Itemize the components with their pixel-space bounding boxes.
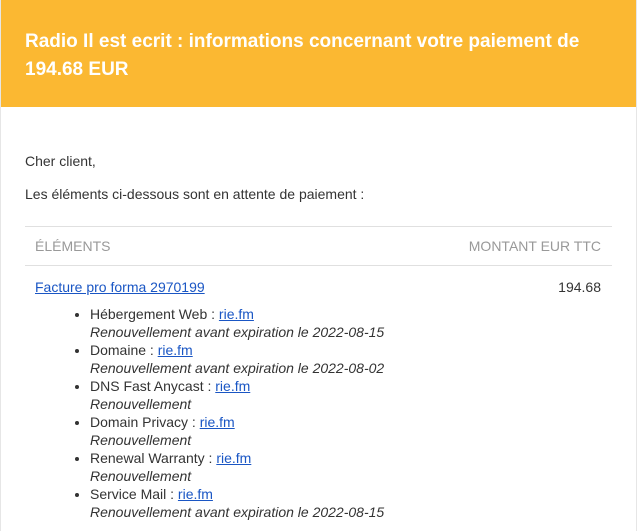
item-name: DNS Fast Anycast : xyxy=(90,378,212,394)
email-header: Radio Il est ecrit : informations concer… xyxy=(1,0,636,107)
invoice-link[interactable]: Facture pro forma 2970199 xyxy=(35,278,205,296)
item-domain-link[interactable]: rie.fm xyxy=(219,306,254,322)
table-header: ÉLÉMENTS MONTANT EUR TTC xyxy=(25,227,612,266)
item-note: Renouvellement xyxy=(90,432,192,448)
item-note: Renouvellement xyxy=(90,468,192,484)
item-domain-link[interactable]: rie.fm xyxy=(215,378,250,394)
list-item: Hébergement Web : rie.fm Renouvellement … xyxy=(90,305,612,341)
item-name: Domaine : xyxy=(90,342,154,358)
list-item: Domaine : rie.fm Renouvellement avant ex… xyxy=(90,341,612,377)
column-header-amount: MONTANT EUR TTC xyxy=(468,238,601,254)
item-domain-link[interactable]: rie.fm xyxy=(216,450,251,466)
intro-text: Les éléments ci-dessous sont en attente … xyxy=(25,186,365,202)
item-name: Hébergement Web : xyxy=(90,306,216,322)
list-item: Domain Privacy : rie.fm Renouvellement xyxy=(90,413,612,449)
item-domain-link[interactable]: rie.fm xyxy=(200,414,235,430)
list-item: Service Mail : rie.fm Renouvellement ava… xyxy=(90,485,612,521)
item-domain-link[interactable]: rie.fm xyxy=(178,486,213,502)
item-note: Renouvellement avant expiration le 2022-… xyxy=(90,324,385,340)
item-name: Renewal Warranty : xyxy=(90,450,213,466)
payment-table: ÉLÉMENTS MONTANT EUR TTC Facture pro for… xyxy=(25,226,612,521)
item-note: Renouvellement avant expiration le 2022-… xyxy=(90,504,385,520)
invoice-row: Facture pro forma 2970199 194.68 xyxy=(25,266,612,296)
email-title: Radio Il est ecrit : informations concer… xyxy=(25,31,580,80)
greeting-text: Cher client, xyxy=(25,153,96,169)
item-note: Renouvellement xyxy=(90,396,192,412)
item-name: Service Mail : xyxy=(90,486,175,502)
invoice-items-list: Hébergement Web : rie.fm Renouvellement … xyxy=(25,305,612,521)
email-frame: Radio Il est ecrit : informations concer… xyxy=(0,0,637,531)
item-note: Renouvellement avant expiration le 2022-… xyxy=(90,360,385,376)
email-content: Cher client, Les éléments ci-dessous son… xyxy=(1,107,636,521)
invoice-amount: 194.68 xyxy=(558,279,601,295)
column-header-items: ÉLÉMENTS xyxy=(35,238,111,254)
item-domain-link[interactable]: rie.fm xyxy=(158,342,193,358)
list-item: Renewal Warranty : rie.fm Renouvellement xyxy=(90,449,612,485)
list-item: DNS Fast Anycast : rie.fm Renouvellement xyxy=(90,377,612,413)
item-name: Domain Privacy : xyxy=(90,414,196,430)
